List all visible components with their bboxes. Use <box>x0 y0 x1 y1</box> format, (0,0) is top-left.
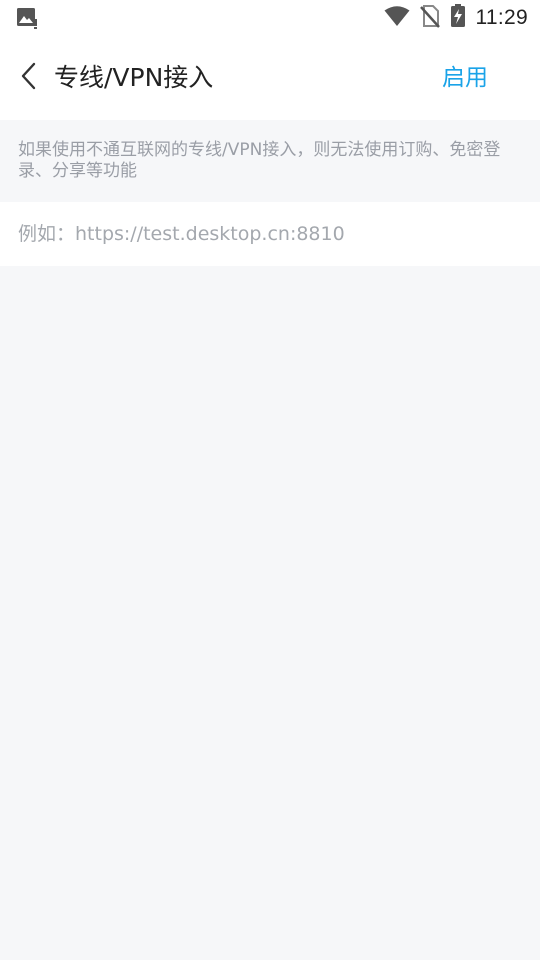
status-bar: 11:29 <box>0 0 540 36</box>
app-bar: 专线/VPN接入 启用 <box>0 36 540 120</box>
no-sim-icon <box>419 4 440 32</box>
notice-panel: 如果使用不通互联网的专线/VPN接入，则无法使用订购、免密登录、分享等功能 <box>0 120 540 202</box>
status-time: 11:29 <box>475 6 528 29</box>
url-input-row <box>0 202 540 266</box>
url-input[interactable] <box>0 202 540 266</box>
notice-text: 如果使用不通互联网的专线/VPN接入，则无法使用订购、免密登录、分享等功能 <box>18 140 501 181</box>
back-button[interactable] <box>8 56 48 100</box>
enable-button[interactable]: 启用 <box>442 58 488 98</box>
gallery-notification-icon <box>16 7 38 29</box>
wifi-icon <box>384 5 410 31</box>
battery-charging-icon <box>450 4 466 32</box>
page-title: 专线/VPN接入 <box>54 63 214 92</box>
status-icons: 11:29 <box>384 0 529 36</box>
chevron-left-icon <box>19 61 37 95</box>
